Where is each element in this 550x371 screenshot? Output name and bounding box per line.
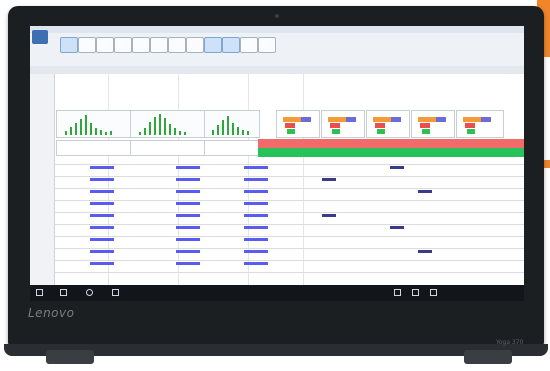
status-band-green (258, 148, 524, 157)
task-view-icon[interactable] (112, 289, 119, 296)
pen-icon[interactable] (394, 289, 401, 296)
histogram-chart (130, 110, 206, 138)
trend-strip (130, 140, 206, 156)
network-icon[interactable] (412, 289, 419, 296)
grid-column (108, 74, 179, 285)
model-badge: Yoga 370 (496, 339, 524, 346)
mini-chart (456, 110, 504, 138)
trend-strip (204, 140, 260, 156)
hinge-left (46, 350, 94, 364)
mini-chart (276, 110, 320, 138)
title-bar (30, 26, 524, 33)
mini-chart (411, 110, 455, 138)
ribbon-button[interactable] (78, 37, 96, 53)
circle-icon[interactable] (86, 289, 93, 296)
camera (275, 14, 279, 18)
ribbon-button[interactable] (150, 37, 168, 53)
ribbon-button[interactable] (168, 37, 186, 53)
app-ribbon (30, 26, 524, 67)
laptop-screen (30, 26, 524, 301)
back-icon[interactable] (60, 289, 67, 296)
histogram-chart (56, 110, 132, 138)
app-icon[interactable] (32, 30, 48, 44)
ribbon-button[interactable] (204, 37, 222, 53)
mini-chart (321, 110, 365, 138)
ribbon-button[interactable] (222, 37, 240, 53)
ribbon-button[interactable] (132, 37, 150, 53)
trend-strip (56, 140, 132, 156)
ribbon-button[interactable] (186, 37, 204, 53)
row-headers (30, 74, 55, 285)
windows-start-icon[interactable] (36, 289, 43, 296)
hinge-right (464, 350, 512, 364)
status-band-red (258, 139, 524, 148)
histogram-chart (204, 110, 260, 138)
windows-taskbar (30, 285, 524, 301)
mini-chart (366, 110, 410, 138)
ribbon-button[interactable] (258, 37, 276, 53)
brand-logo: Lenovo (28, 306, 75, 320)
ribbon-button[interactable] (240, 37, 258, 53)
volume-icon[interactable] (430, 289, 437, 296)
spreadsheet-grid (30, 74, 524, 285)
ribbon-button[interactable] (114, 37, 132, 53)
ribbon-button[interactable] (96, 37, 114, 53)
ribbon-button[interactable] (60, 37, 78, 53)
